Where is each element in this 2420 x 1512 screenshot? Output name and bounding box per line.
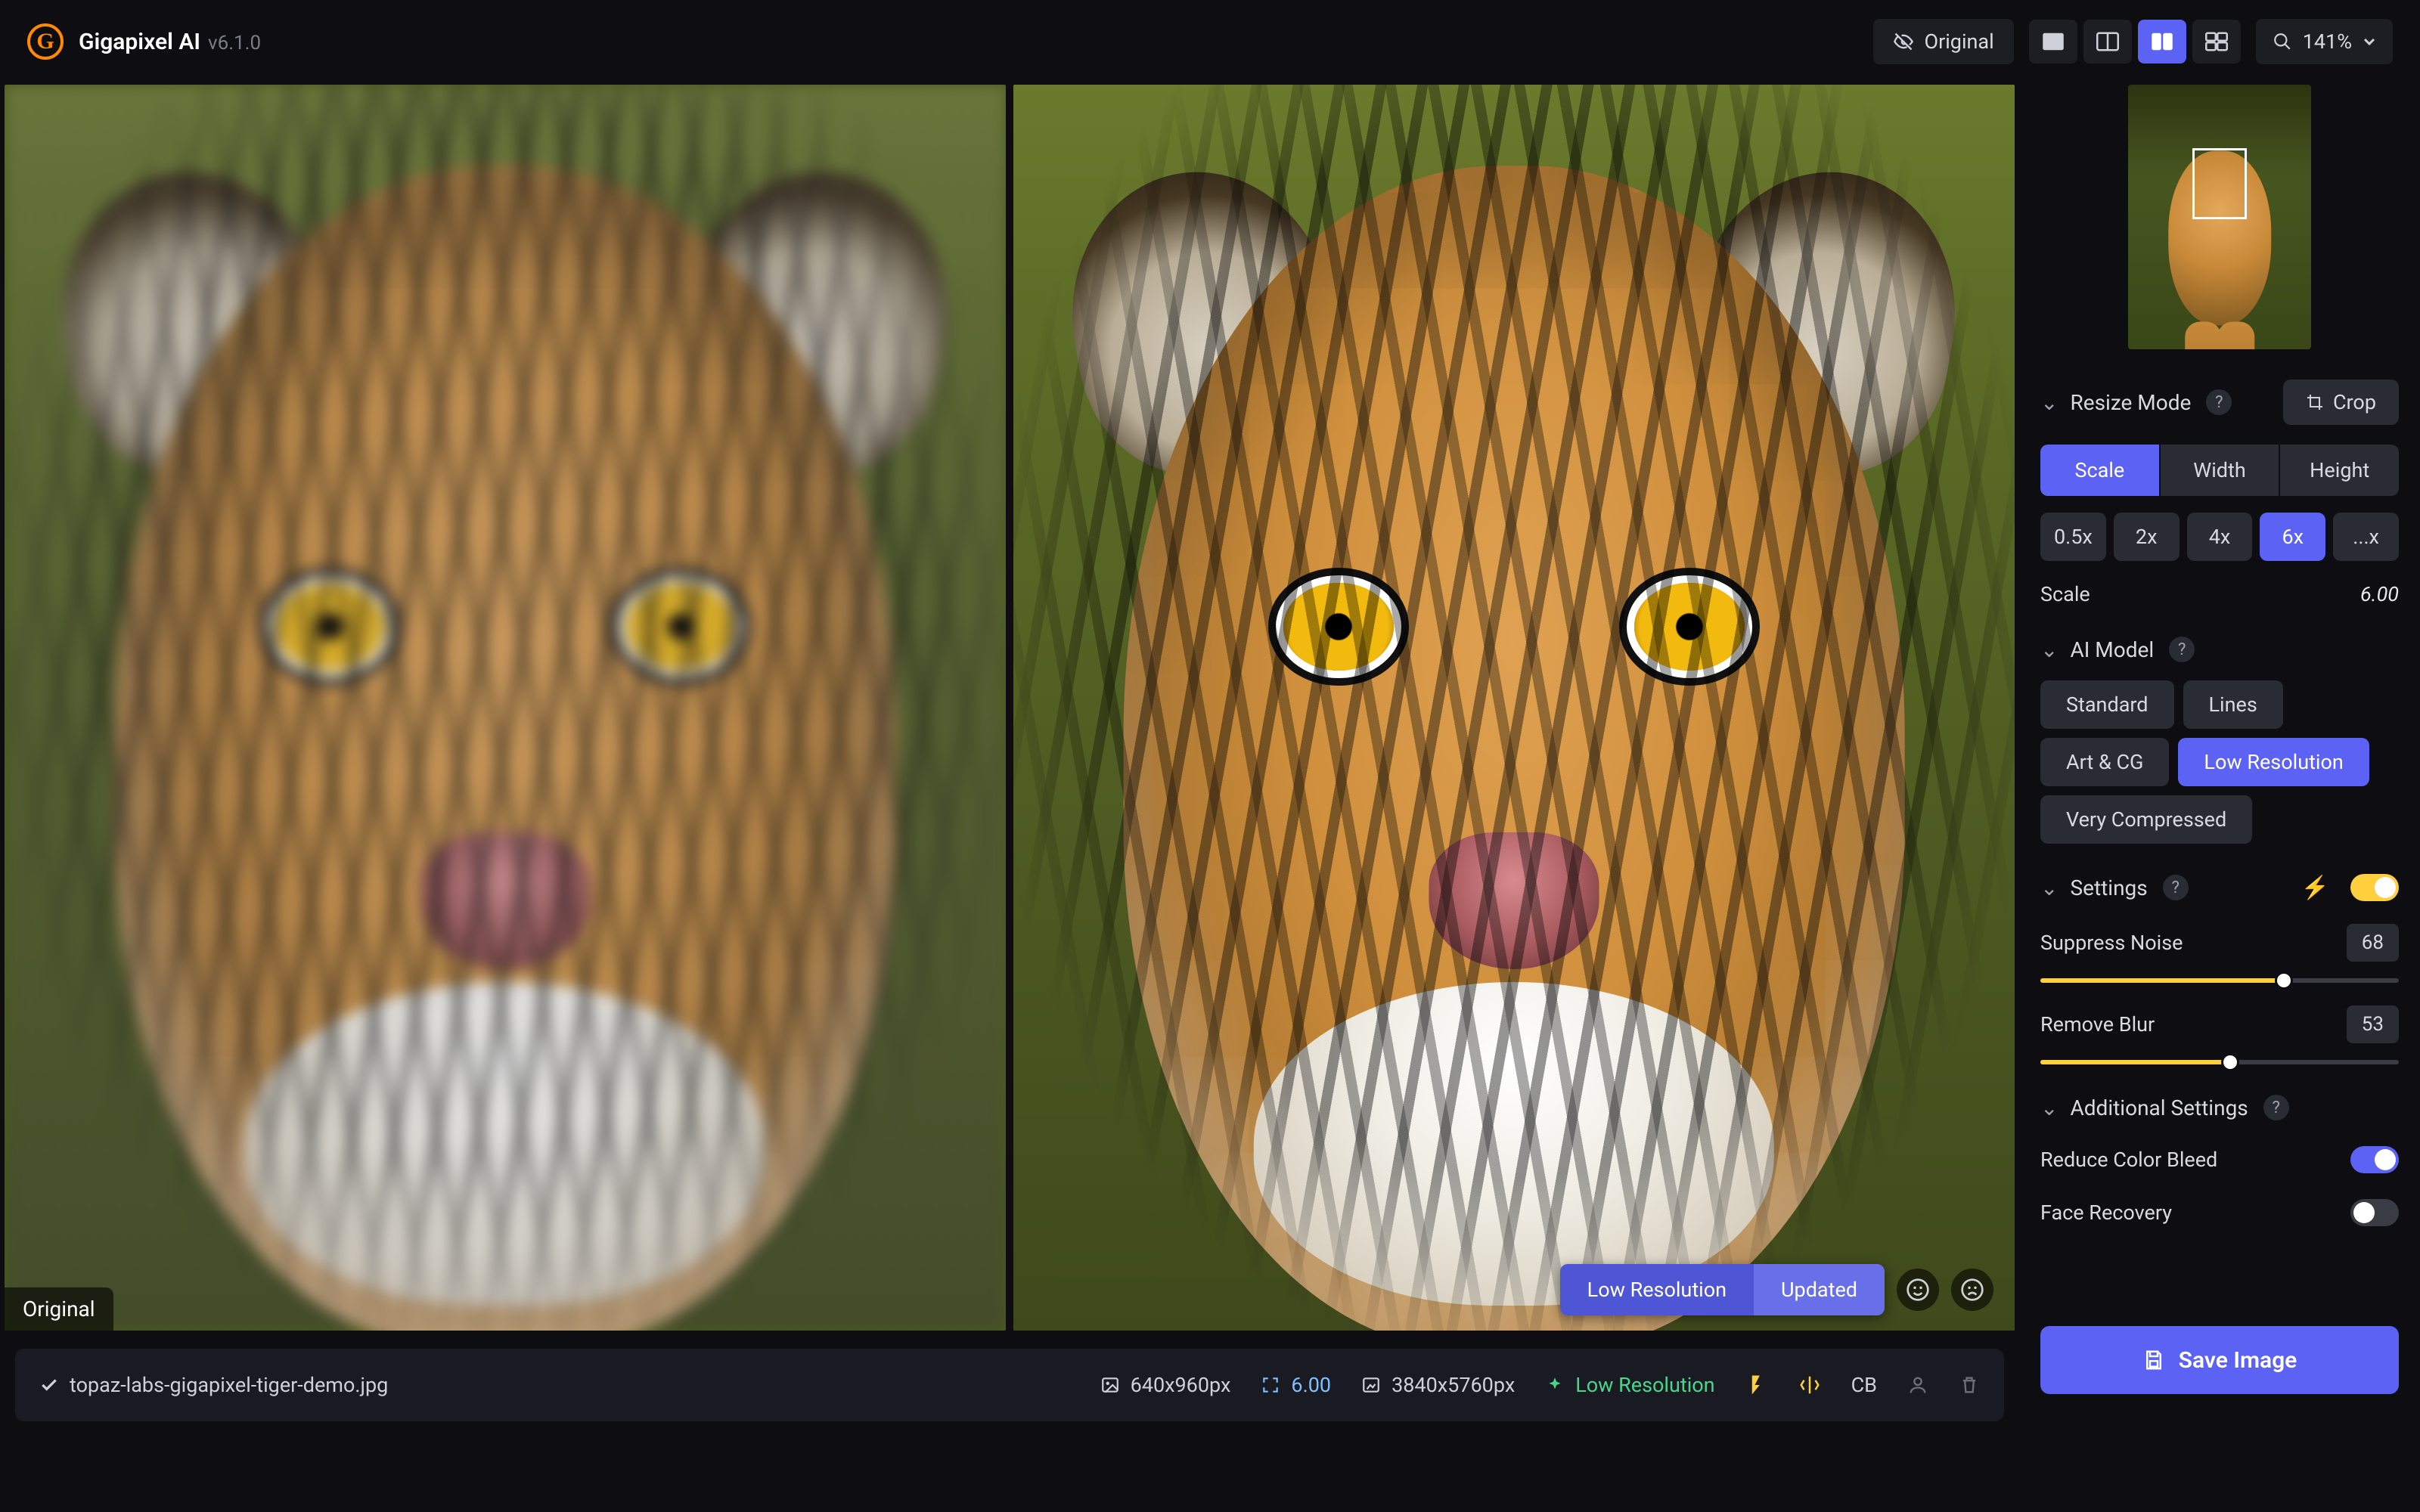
remove-blur-slider[interactable] <box>2040 1060 2399 1064</box>
app-logo: G <box>27 23 64 60</box>
tab-height[interactable]: Height <box>2280 445 2399 496</box>
app-title: Gigapixel AI v6.1.0 <box>79 29 261 55</box>
tab-scale[interactable]: Scale <box>2040 445 2159 496</box>
resize-mode-tabs: Scale Width Height <box>2040 445 2399 496</box>
comparison-viewer[interactable]: Original Low Resolution Updated <box>5 85 2015 1331</box>
scale-presets: 0.5x 2x 4x 6x ...x <box>2040 513 2399 561</box>
tab-width[interactable]: Width <box>2161 445 2279 496</box>
status-face-icon[interactable] <box>1907 1374 1928 1396</box>
suppress-noise-slider[interactable] <box>2040 978 2399 983</box>
status-filename: topaz-labs-gigapixel-tiger-demo.jpg <box>39 1373 388 1397</box>
preset-custom[interactable]: ...x <box>2333 513 2399 561</box>
feedback-sad-icon[interactable] <box>1951 1269 1993 1311</box>
pill-updated-label: Updated <box>1754 1264 1885 1315</box>
split-vertical-icon[interactable] <box>2083 20 2132 64</box>
navigator-viewport[interactable] <box>2192 148 2247 219</box>
reduce-color-bleed-label: Reduce Color Bleed <box>2040 1148 2217 1172</box>
side-by-side-icon[interactable] <box>2138 20 2186 64</box>
remove-blur-label: Remove Blur <box>2040 1012 2155 1036</box>
original-pane[interactable]: Original <box>5 85 1006 1331</box>
status-auto-icon[interactable] <box>1745 1374 1768 1396</box>
additional-settings-title: Additional Settings <box>2070 1095 2248 1120</box>
grid-view-icon[interactable] <box>2192 20 2241 64</box>
original-tag: Original <box>5 1287 113 1331</box>
bolt-icon: ⚡ <box>2301 875 2329 901</box>
model-lines[interactable]: Lines <box>2183 680 2283 729</box>
ai-model-options: Standard Lines Art & CG Low Resolution V… <box>2040 680 2399 844</box>
ai-model-title: AI Model <box>2070 637 2154 662</box>
preset-6x[interactable]: 6x <box>2260 513 2325 561</box>
status-compare-icon[interactable] <box>1798 1374 1821 1396</box>
image-icon <box>1100 1375 1120 1395</box>
status-out-dimensions: 3840x5760px <box>1361 1373 1515 1397</box>
preset-0-5x[interactable]: 0.5x <box>2040 513 2106 561</box>
help-icon[interactable]: ? <box>2169 637 2195 662</box>
model-very-compressed[interactable]: Very Compressed <box>2040 795 2252 844</box>
status-bar: topaz-labs-gigapixel-tiger-demo.jpg 640x… <box>15 1349 2004 1421</box>
scale-label: Scale <box>2040 582 2090 606</box>
resize-mode-title: Resize Mode <box>2070 390 2191 415</box>
model-status-pill[interactable]: Low Resolution Updated <box>1560 1264 1885 1315</box>
sparkle-icon <box>1545 1375 1565 1395</box>
zoom-value: 141% <box>2303 29 2352 54</box>
eye-off-icon <box>1893 31 1914 52</box>
preset-4x[interactable]: 4x <box>2187 513 2253 561</box>
expand-icon <box>1261 1375 1280 1395</box>
settings-panel: ⌄ Resize Mode ? Crop Scale Width Height … <box>2019 83 2420 1421</box>
reduce-color-bleed-toggle[interactable] <box>2350 1146 2399 1173</box>
auto-settings-toggle[interactable] <box>2350 874 2399 901</box>
image-out-icon <box>1361 1375 1381 1395</box>
status-model: Low Resolution <box>1545 1373 1714 1397</box>
pill-model-label: Low Resolution <box>1560 1264 1754 1315</box>
settings-header[interactable]: ⌄ Settings ? ⚡ <box>2040 874 2399 901</box>
help-icon[interactable]: ? <box>2263 1095 2289 1120</box>
save-icon <box>2142 1349 2165 1371</box>
model-standard[interactable]: Standard <box>2040 680 2174 729</box>
face-recovery-label: Face Recovery <box>2040 1201 2172 1225</box>
feedback-happy-icon[interactable] <box>1897 1269 1939 1311</box>
crop-button[interactable]: Crop <box>2283 380 2399 425</box>
crop-icon <box>2306 393 2324 411</box>
settings-title: Settings <box>2070 875 2147 900</box>
top-bar: G Gigapixel AI v6.1.0 Original 141% <box>0 0 2420 83</box>
suppress-noise-row: Suppress Noise 68 <box>2040 924 2399 983</box>
help-icon[interactable]: ? <box>2163 875 2189 900</box>
status-src-dimensions: 640x960px <box>1100 1373 1231 1397</box>
chevron-down-icon: ⌄ <box>2040 637 2058 662</box>
ai-model-header[interactable]: ⌄ AI Model ? <box>2040 637 2399 662</box>
suppress-noise-label: Suppress Noise <box>2040 931 2183 955</box>
remove-blur-row: Remove Blur 53 <box>2040 1005 2399 1064</box>
processed-pane[interactable]: Low Resolution Updated <box>1013 85 2015 1331</box>
view-layout-switcher <box>2029 20 2241 64</box>
single-view-icon[interactable] <box>2029 20 2077 64</box>
chevron-down-icon: ⌄ <box>2040 390 2058 415</box>
preset-2x[interactable]: 2x <box>2114 513 2180 561</box>
show-original-toggle[interactable]: Original <box>1873 19 2014 64</box>
chevron-down-icon: ⌄ <box>2040 875 2058 900</box>
chevron-down-icon <box>2363 35 2376 48</box>
help-icon[interactable]: ? <box>2206 389 2232 415</box>
remove-blur-value[interactable]: 53 <box>2347 1005 2399 1043</box>
scale-value: 6.00 <box>2360 582 2399 606</box>
resize-mode-header[interactable]: ⌄ Resize Mode ? Crop <box>2040 380 2399 425</box>
zoom-dropdown[interactable]: 141% <box>2256 19 2393 64</box>
model-low-res[interactable]: Low Resolution <box>2178 738 2369 786</box>
navigator-thumbnail[interactable] <box>2128 85 2311 349</box>
save-image-button[interactable]: Save Image <box>2040 1326 2399 1394</box>
check-icon <box>39 1375 59 1395</box>
model-art-cg[interactable]: Art & CG <box>2040 738 2169 786</box>
suppress-noise-value[interactable]: 68 <box>2347 924 2399 962</box>
additional-settings-header[interactable]: ⌄ Additional Settings ? <box>2040 1095 2399 1120</box>
chevron-down-icon: ⌄ <box>2040 1095 2058 1120</box>
magnifier-icon <box>2273 32 2292 51</box>
status-cb: CB <box>1851 1373 1877 1397</box>
show-original-label: Original <box>1925 29 1994 54</box>
delete-button[interactable] <box>1959 1374 1980 1396</box>
face-recovery-toggle[interactable] <box>2350 1199 2399 1226</box>
status-scale: 6.00 <box>1261 1373 1331 1397</box>
